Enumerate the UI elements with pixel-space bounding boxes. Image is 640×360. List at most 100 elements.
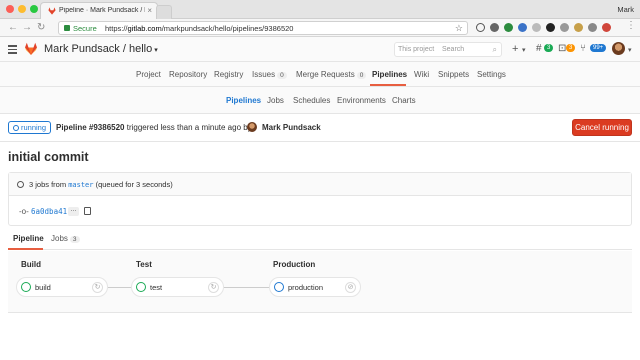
url-text[interactable]: https://gitlab.com/markpundsack/hello/pi… bbox=[105, 24, 293, 33]
lock-icon bbox=[64, 25, 70, 31]
chevron-down-icon[interactable]: ▾ bbox=[628, 46, 632, 56]
pipeline-author[interactable]: Mark Pundsack bbox=[262, 123, 321, 132]
tab-jobs-label: Jobs bbox=[51, 234, 68, 243]
issues-count: 0 bbox=[277, 72, 287, 79]
extension-blue-icon[interactable] bbox=[518, 23, 527, 32]
plus-icon[interactable]: + bbox=[512, 44, 518, 55]
job-test[interactable]: test ↻ bbox=[131, 277, 224, 297]
job-name-production: production bbox=[288, 283, 324, 292]
nav-issues[interactable]: Issues 0 bbox=[252, 70, 287, 79]
user-avatar[interactable] bbox=[612, 42, 625, 55]
search-input[interactable]: This project Search ⌕ bbox=[394, 42, 502, 57]
retry-icon[interactable]: ↻ bbox=[92, 282, 103, 293]
running-status-icon bbox=[274, 282, 284, 292]
pipeline-jobs-summary: 3 jobs from master (queued for 3 seconds… bbox=[9, 173, 631, 196]
new-tab-button[interactable] bbox=[156, 5, 172, 19]
bookmark-star-icon[interactable]: ☆ bbox=[455, 23, 463, 34]
nav-repository[interactable]: Repository bbox=[169, 70, 207, 79]
nav-merge-requests[interactable]: Merge Requests 0 bbox=[296, 70, 367, 79]
commit-sha-link[interactable]: 6a0dba41 bbox=[31, 207, 67, 216]
tab-close-icon[interactable]: × bbox=[147, 6, 152, 15]
extension-yellow-icon[interactable] bbox=[574, 23, 583, 32]
chevron-down-icon[interactable]: ▾ bbox=[522, 46, 526, 56]
cancel-job-icon[interactable]: ⊘ bbox=[345, 282, 356, 293]
pipeline-info-panel: 3 jobs from master (queued for 3 seconds… bbox=[8, 172, 632, 226]
pipeline-tabs: Pipeline Jobs 3 bbox=[8, 230, 632, 250]
project-nav: Project Repository Registry Issues 0 Merg… bbox=[0, 62, 640, 87]
nav-issues-label: Issues bbox=[252, 70, 276, 79]
todo-count-badge[interactable]: 3 bbox=[544, 44, 554, 52]
merge-requests-count-badge[interactable]: 99+ bbox=[590, 44, 607, 52]
hamburger-menu-icon[interactable] bbox=[8, 45, 17, 54]
branch-link[interactable]: master bbox=[68, 181, 93, 189]
url-path: /markpundsack/hello/pipelines/9386520 bbox=[161, 24, 294, 33]
nav-settings[interactable]: Settings bbox=[477, 70, 506, 79]
forward-arrow-icon[interactable]: → bbox=[22, 22, 32, 34]
nav-project[interactable]: Project bbox=[136, 70, 161, 79]
project-title[interactable]: Mark Pundsack / hello ▾ bbox=[44, 43, 158, 55]
browser-menu-icon[interactable]: ⋮ bbox=[626, 20, 636, 32]
running-status-icon bbox=[13, 125, 19, 131]
active-tab-indicator bbox=[8, 248, 43, 250]
extension-icon[interactable] bbox=[560, 23, 569, 32]
job-build[interactable]: build ↻ bbox=[16, 277, 108, 297]
nav-wiki[interactable]: Wiki bbox=[414, 70, 429, 79]
pipeline-status-text: running bbox=[21, 123, 47, 132]
nav-pipelines[interactable]: Pipelines bbox=[372, 70, 407, 79]
chevron-down-icon: ▾ bbox=[154, 47, 158, 54]
address-bar[interactable]: Secure https://gitlab.com/markpundsack/h… bbox=[58, 21, 468, 35]
active-nav-indicator bbox=[370, 84, 406, 86]
subnav-charts[interactable]: Charts bbox=[392, 96, 416, 105]
browser-profile-name[interactable]: Mark bbox=[617, 5, 634, 14]
success-status-icon bbox=[136, 282, 146, 292]
nav-registry[interactable]: Registry bbox=[214, 70, 243, 79]
extension-green-icon[interactable] bbox=[504, 23, 513, 32]
issues-count-badge[interactable]: 3 bbox=[566, 44, 576, 52]
back-arrow-icon[interactable]: ← bbox=[8, 22, 18, 34]
issues-icon[interactable]: ⊡ bbox=[558, 44, 566, 54]
subnav-environments[interactable]: Environments bbox=[337, 96, 386, 105]
close-window-button[interactable] bbox=[6, 5, 14, 13]
pipeline-status-badge[interactable]: running bbox=[8, 121, 52, 134]
stage-connector bbox=[108, 287, 131, 288]
pipeline-triggered-text: triggered less than a minute ago by bbox=[126, 123, 252, 132]
cancel-running-button[interactable]: Cancel running bbox=[572, 119, 632, 136]
project-title-text: Mark Pundsack / hello bbox=[44, 43, 153, 55]
success-status-icon bbox=[21, 282, 31, 292]
extension-dark-icon[interactable] bbox=[490, 23, 499, 32]
stage-title-production: Production bbox=[273, 260, 316, 269]
job-production[interactable]: production ⊘ bbox=[269, 277, 361, 297]
pipeline-summary: Pipeline #9386520 triggered less than a … bbox=[56, 123, 252, 132]
maximize-window-button[interactable] bbox=[30, 5, 38, 13]
search-placeholder: Search bbox=[442, 46, 465, 53]
merge-request-icon[interactable]: ⑂ bbox=[580, 44, 586, 54]
extension-icon-2[interactable] bbox=[588, 23, 597, 32]
extension-gray-icon[interactable] bbox=[532, 23, 541, 32]
todo-icon[interactable]: # bbox=[536, 44, 542, 54]
clock-icon bbox=[17, 181, 24, 188]
gitlab-logo-icon[interactable] bbox=[24, 42, 38, 56]
subnav-schedules[interactable]: Schedules bbox=[293, 96, 330, 105]
subnav-jobs[interactable]: Jobs bbox=[267, 96, 284, 105]
jobs-suffix: (queued for 3 seconds) bbox=[95, 180, 173, 189]
search-scope-label: This project bbox=[398, 46, 435, 53]
retry-icon[interactable]: ↻ bbox=[208, 282, 219, 293]
expand-commit-button[interactable]: ... bbox=[68, 206, 79, 216]
nav-snippets[interactable]: Snippets bbox=[438, 70, 469, 79]
minimize-window-button[interactable] bbox=[18, 5, 26, 13]
browser-tab[interactable]: Pipeline · Mark Pundsack / hello × bbox=[40, 2, 158, 19]
extension-info-icon[interactable] bbox=[476, 23, 485, 32]
extension-black-icon[interactable] bbox=[546, 23, 555, 32]
secure-label: Secure bbox=[73, 24, 97, 33]
tab-pipeline[interactable]: Pipeline bbox=[13, 234, 44, 243]
tab-jobs-count: 3 bbox=[69, 236, 80, 243]
subnav-pipelines[interactable]: Pipelines bbox=[226, 96, 261, 105]
browser-titlebar: Pipeline · Mark Pundsack / hello × Mark bbox=[0, 0, 640, 19]
copy-sha-icon[interactable] bbox=[84, 207, 91, 215]
reload-icon[interactable]: ↻ bbox=[37, 22, 45, 34]
extension-red-icon[interactable] bbox=[602, 23, 611, 32]
tab-jobs[interactable]: Jobs 3 bbox=[51, 234, 80, 243]
jobs-prefix: 3 jobs from bbox=[29, 180, 67, 189]
author-avatar[interactable] bbox=[247, 122, 257, 132]
search-icon: ⌕ bbox=[492, 45, 497, 54]
